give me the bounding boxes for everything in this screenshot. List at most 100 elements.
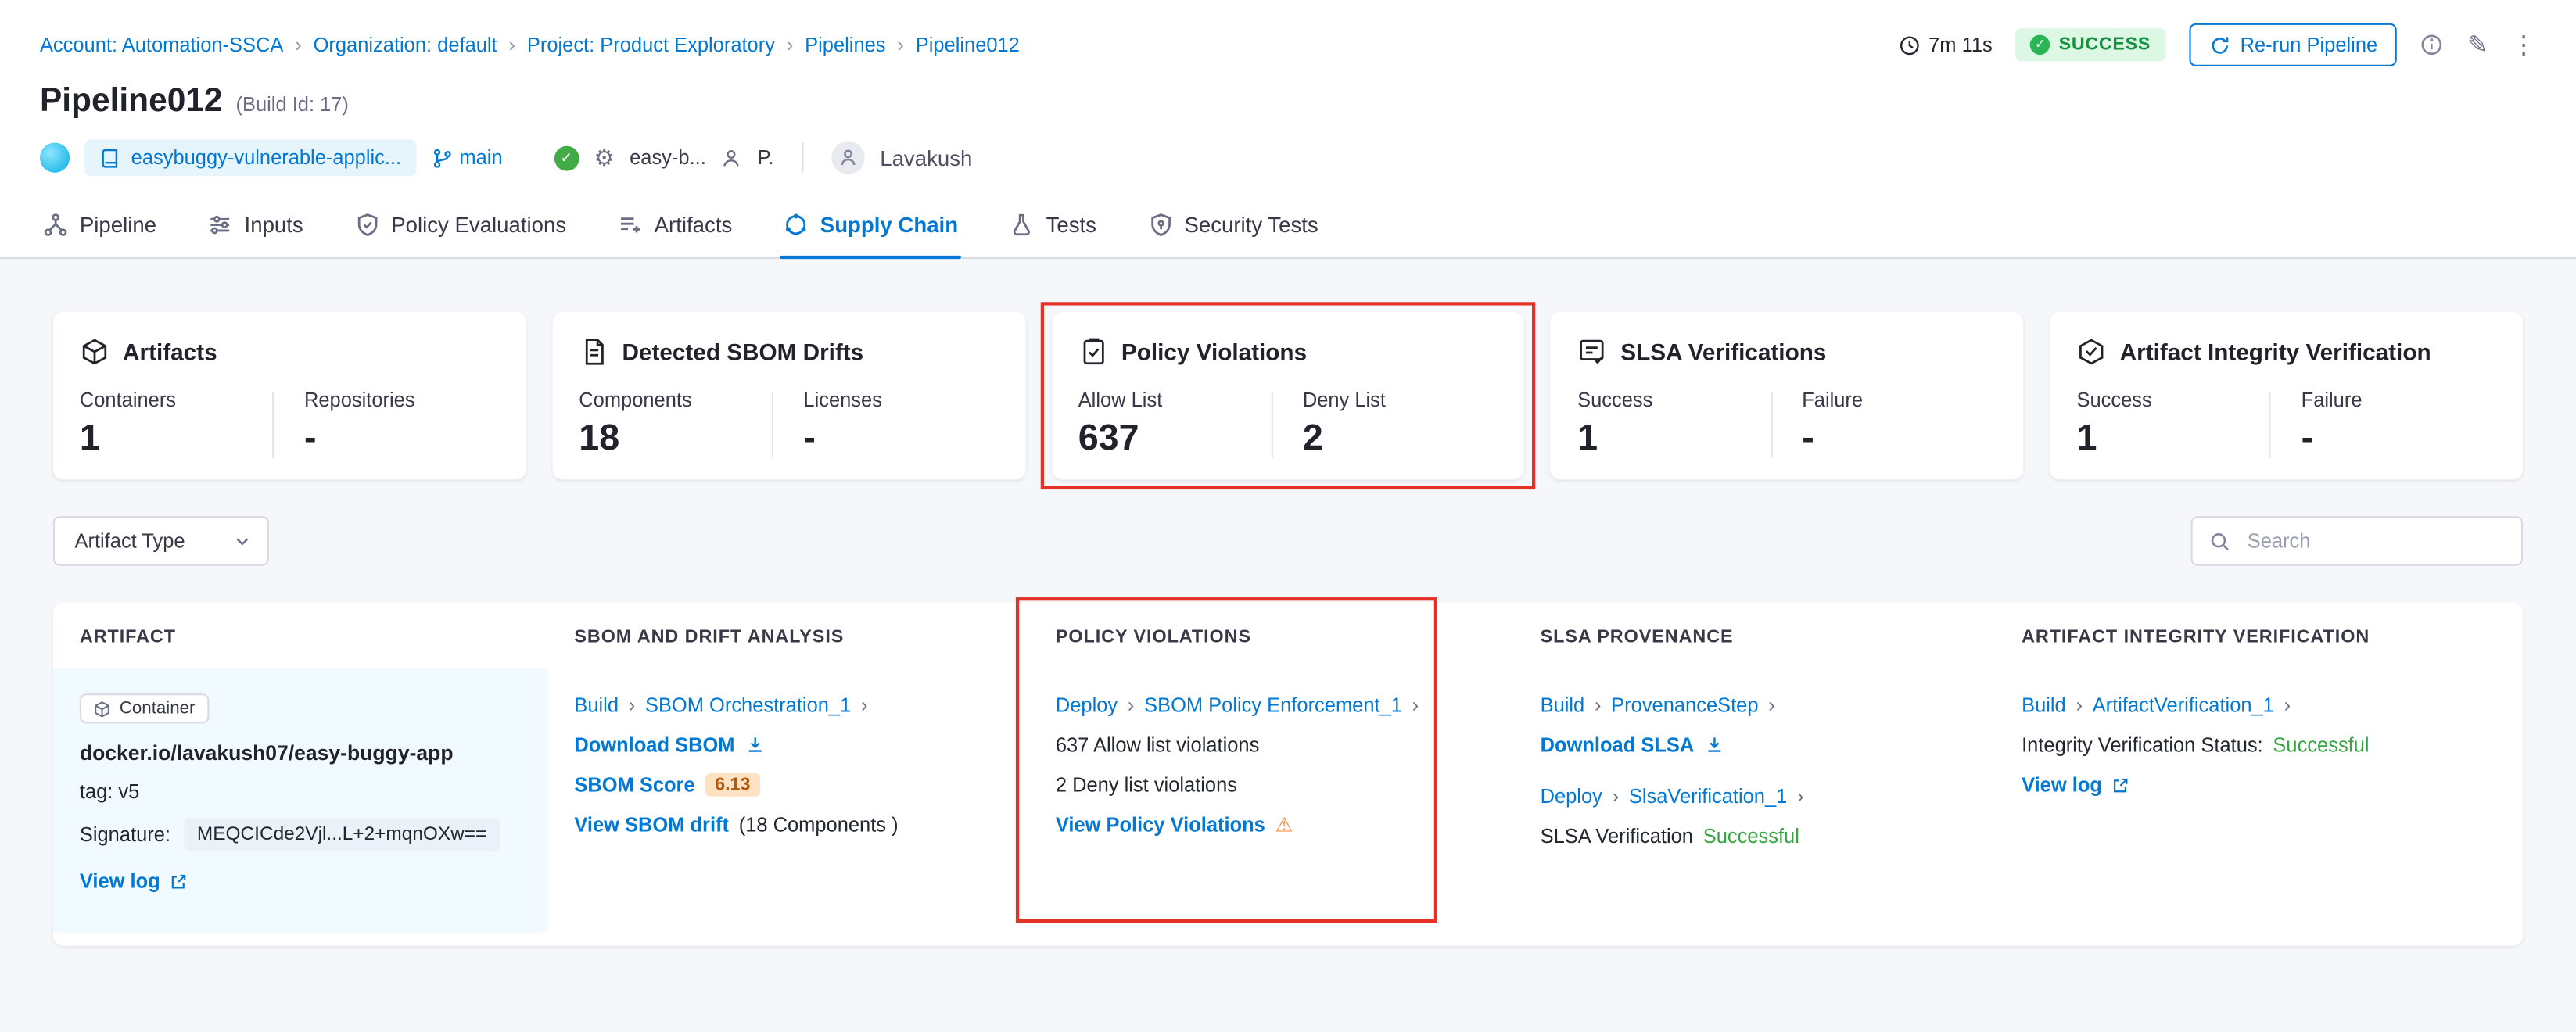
slsa-deploy-stage-link[interactable]: Deploy <box>1541 785 1602 808</box>
metric-label: Components <box>579 389 772 412</box>
integrity-view-log-link[interactable]: View log <box>2022 773 2102 797</box>
tab-label: Inputs <box>245 213 303 238</box>
kebab-menu-icon[interactable]: ⋮ <box>2511 32 2536 57</box>
flask-icon <box>1010 213 1035 238</box>
signature-value: MEQCICde2Vjl...L+2+mqnOXw== <box>184 819 500 851</box>
deny-list-violations: 2 Deny list violations <box>1056 773 1487 797</box>
clipboard-check-icon <box>1078 337 1108 367</box>
codebase-label: easy-b... <box>630 146 706 170</box>
tab-artifacts[interactable]: Artifacts <box>615 195 736 257</box>
view-sbom-drift-link[interactable]: View SBOM drift <box>574 813 729 837</box>
integrity-status-value: Successful <box>2273 733 2369 757</box>
tab-pipeline[interactable]: Pipeline <box>40 195 160 257</box>
sbom-score-link[interactable]: SBOM Score <box>574 773 694 797</box>
tab-policy-evaluations[interactable]: Policy Evaluations <box>351 195 569 257</box>
integrity-step-link[interactable]: ArtifactVerification_1 <box>2093 694 2274 718</box>
tab-inputs[interactable]: Inputs <box>205 195 307 257</box>
download-slsa-link[interactable]: Download SLSA <box>1541 733 1695 757</box>
cell-artifact-integrity: Build › ArtifactVerification_1 › Integri… <box>1995 669 2523 933</box>
column-header-sbom: SBOM AND DRIFT ANALYSIS <box>547 603 1028 669</box>
document-icon <box>579 337 608 367</box>
step-separator: › <box>1128 694 1134 718</box>
breadcrumb-separator: › <box>897 33 903 56</box>
search-input[interactable] <box>2244 528 2504 554</box>
step-separator: › <box>1768 694 1774 718</box>
step-separator: › <box>1613 785 1619 808</box>
download-icon <box>1704 736 1724 755</box>
metric-value: - <box>803 418 996 458</box>
artifact-type-label: Artifact Type <box>75 529 185 553</box>
slsa-verification-step-link[interactable]: SlsaVerification_1 <box>1629 785 1787 808</box>
cube-check-icon <box>2077 337 2107 367</box>
pipeline-meta-row: easybuggy-vulnerable-applic... main ✓ ⚙ … <box>0 121 2576 196</box>
metric-value: - <box>1802 418 1995 458</box>
breadcrumb-project[interactable]: Project: Product Exploratory <box>527 33 775 56</box>
sliders-icon <box>208 213 233 238</box>
sbom-step-link[interactable]: SBOM Orchestration_1 <box>645 694 851 718</box>
sbom-stage-link[interactable]: Build <box>574 694 619 718</box>
rerun-pipeline-button[interactable]: Re-run Pipeline <box>2189 23 2398 66</box>
view-policy-violations-link[interactable]: View Policy Violations <box>1056 813 1265 837</box>
link-label: View log <box>80 870 160 894</box>
refresh-icon <box>2208 34 2230 56</box>
sbom-drift-note: (18 Components ) <box>739 813 899 837</box>
chevron-down-icon <box>234 533 250 550</box>
policy-step-link[interactable]: SBOM Policy Enforcement_1 <box>1144 694 1402 718</box>
policy-stage-link[interactable]: Deploy <box>1056 694 1118 718</box>
step-separator: › <box>2284 694 2291 718</box>
integrity-stage-link[interactable]: Build <box>2022 694 2066 718</box>
tab-supply-chain[interactable]: Supply Chain <box>780 195 961 257</box>
step-separator: › <box>1797 785 1803 808</box>
search-box <box>2191 516 2523 566</box>
repo-name: easybuggy-vulnerable-applic... <box>131 146 401 170</box>
breadcrumb-pipelines[interactable]: Pipelines <box>805 33 885 56</box>
metric-label: Repositories <box>304 389 497 412</box>
header-actions: 7m 11s ✓ SUCCESS Re-run Pipeline ✎ ⋮ <box>1899 23 2536 66</box>
list-plus-icon <box>618 213 643 238</box>
tab-label: Policy Evaluations <box>391 213 566 238</box>
tab-bar: Pipeline Inputs Policy Evaluations Artif… <box>0 195 2576 259</box>
cube-icon <box>80 337 109 367</box>
user-name: Lavakush <box>880 145 972 170</box>
tab-tests[interactable]: Tests <box>1006 195 1100 257</box>
tab-security-tests[interactable]: Security Tests <box>1145 195 1322 257</box>
metric-value: 637 <box>1078 418 1272 458</box>
page-title: Pipeline012 <box>40 83 223 121</box>
metric-value: - <box>2302 418 2495 458</box>
breadcrumb-pipeline012[interactable]: Pipeline012 <box>916 33 1020 56</box>
metric-value: 1 <box>1577 418 1771 458</box>
breadcrumb-account[interactable]: Account: Automation-SSCA <box>40 33 283 56</box>
metric-label: Licenses <box>803 389 996 412</box>
card-title: Policy Violations <box>1121 339 1307 365</box>
provenance-step-link[interactable]: ProvenanceStep <box>1611 694 1758 718</box>
table-row: Container docker.io/lavakush07/easy-bugg… <box>53 669 2523 933</box>
sbom-score-badge: 6.13 <box>705 773 760 797</box>
trigger-short: P. <box>758 146 774 170</box>
summary-cards: Artifacts Containers1 Repositories- Dete… <box>53 312 2523 480</box>
card-title: Artifacts <box>123 339 217 365</box>
artifact-type-select[interactable]: Artifact Type <box>53 516 269 566</box>
slsa-verification-label: SLSA Verification <box>1541 825 1693 848</box>
metric-label: Success <box>1577 389 1771 412</box>
metric-label: Allow List <box>1078 389 1272 412</box>
breadcrumb-organization[interactable]: Organization: default <box>314 33 497 56</box>
metric-label: Failure <box>1802 389 1995 412</box>
info-icon[interactable] <box>2420 33 2444 56</box>
metric-value: 2 <box>1303 418 1496 458</box>
repository-pill[interactable]: easybuggy-vulnerable-applic... <box>84 139 416 176</box>
column-header-slsa: SLSA PROVENANCE <box>1514 603 1995 669</box>
codebase-status-icon: ✓ <box>554 145 579 170</box>
cell-sbom: Build › SBOM Orchestration_1 › Download … <box>547 669 1028 933</box>
service-icon <box>40 143 70 173</box>
branch-link[interactable]: main <box>431 146 502 170</box>
slsa-build-stage-link[interactable]: Build <box>1541 694 1585 718</box>
metric-label: Deny List <box>1303 389 1496 412</box>
download-sbom-link[interactable]: Download SBOM <box>574 733 734 757</box>
step-separator: › <box>1412 694 1419 718</box>
pipeline-icon <box>43 213 68 238</box>
column-header-artifact: ARTIFACT <box>53 603 547 669</box>
artifact-view-log-link[interactable]: View log <box>80 870 160 894</box>
edit-pencil-icon[interactable]: ✎ <box>2467 32 2488 57</box>
metric-value: 1 <box>80 418 273 458</box>
metric-value: 1 <box>2077 418 2270 458</box>
